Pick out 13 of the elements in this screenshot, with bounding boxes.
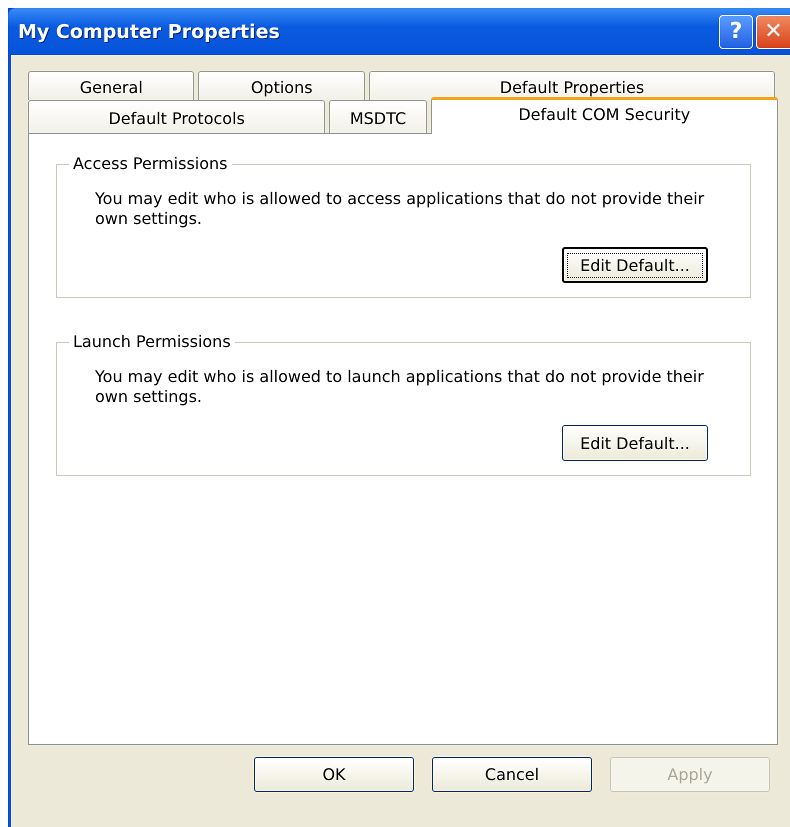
- tab[interactable]: Default Protocols: [28, 100, 326, 134]
- group-description: You may edit who is allowed to launch applications that do not provide their own settings.: [95, 367, 705, 407]
- tab[interactable]: Default Properties: [368, 71, 775, 100]
- dialog-button[interactable]: OK: [254, 757, 414, 792]
- tab[interactable]: MSDTC: [329, 100, 427, 134]
- tab[interactable]: Options: [198, 71, 365, 100]
- edit-default-button[interactable]: Edit Default...: [562, 425, 708, 461]
- tab[interactable]: Default COM Security: [430, 97, 778, 134]
- edit-default-button[interactable]: Edit Default...: [562, 247, 708, 283]
- group-description: You may edit who is allowed to access applications that do not provide their own settings.: [95, 189, 706, 229]
- window-title: My Computer Properties: [18, 20, 280, 42]
- dialog-button[interactable]: Cancel: [432, 757, 592, 792]
- tab[interactable]: General: [28, 71, 194, 100]
